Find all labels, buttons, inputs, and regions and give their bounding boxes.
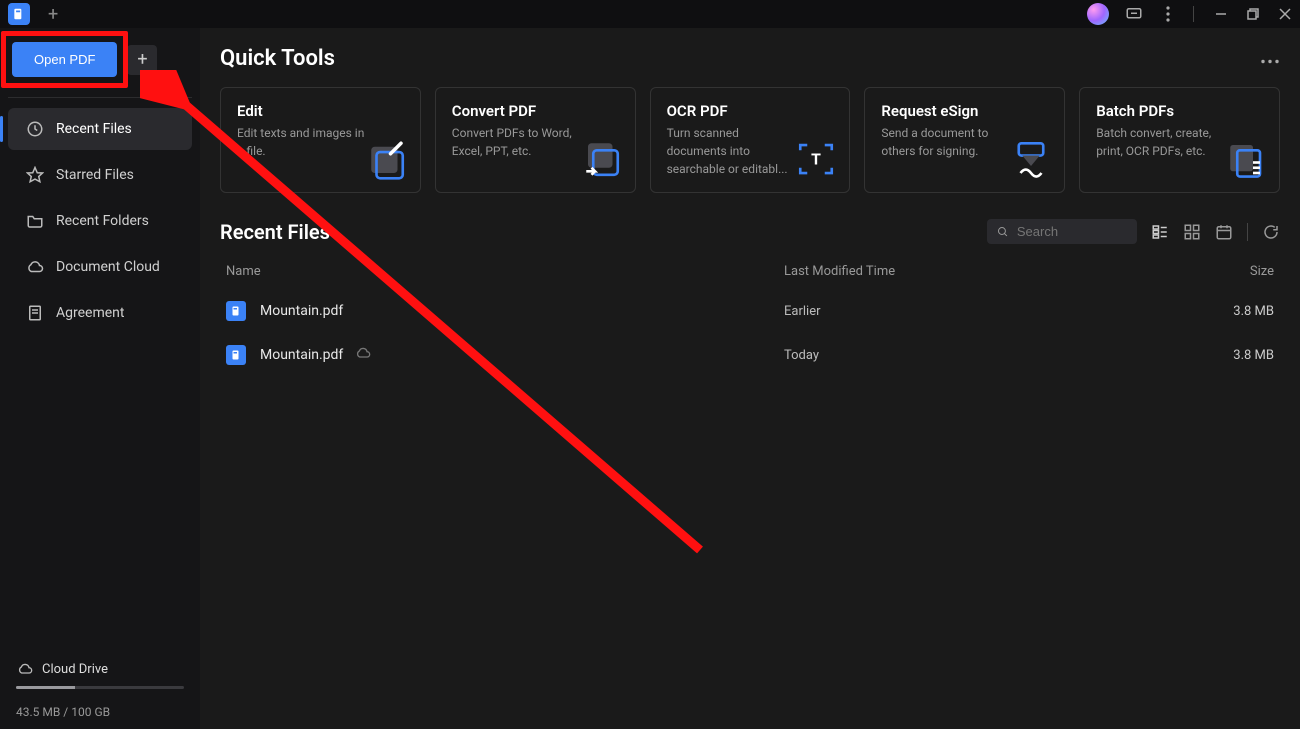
storage-bar [16,686,184,689]
titlebar: + [0,0,1300,28]
edit-icon [366,138,408,180]
sidebar-item-label: Agreement [56,305,124,321]
batch-icon [1225,138,1267,180]
cloud-drive-icon [16,660,34,678]
refresh-icon[interactable] [1262,223,1280,241]
ocr-icon: T [795,138,837,180]
column-name[interactable]: Name [226,264,784,279]
cloud-drive-section[interactable]: Cloud Drive [0,660,200,695]
view-calendar-icon[interactable] [1215,223,1233,241]
pdf-file-icon [226,345,246,365]
file-name: Mountain.pdf [260,347,343,363]
sidebar-item-starred-files[interactable]: Starred Files [8,154,192,196]
tool-desc: Send a document to others for signing. [881,124,1011,160]
file-table: Name Last Modified Time Size Mountain.pd… [220,254,1280,377]
cloud-drive-label: Cloud Drive [42,662,108,677]
quick-tools-title: Quick Tools [220,46,335,71]
view-list-icon[interactable] [1151,223,1169,241]
tool-title: Request eSign [881,102,1048,120]
tool-ocr-pdf[interactable]: OCR PDF Turn scanned documents into sear… [650,87,851,193]
clock-icon [26,120,44,138]
quick-tools-more-icon[interactable] [1260,49,1280,68]
tool-request-esign[interactable]: Request eSign Send a document to others … [864,87,1065,193]
add-button[interactable]: + [127,45,157,75]
view-grid-icon[interactable] [1183,223,1201,241]
cloud-icon [26,258,44,276]
file-name: Mountain.pdf [260,303,343,319]
sidebar-item-label: Document Cloud [56,259,160,275]
sidebar-item-agreement[interactable]: Agreement [8,292,192,334]
pdf-file-icon [226,301,246,321]
new-tab-button[interactable]: + [48,4,58,25]
search-box[interactable] [987,219,1137,244]
star-icon [26,166,44,184]
tool-title: Convert PDF [452,102,619,120]
svg-text:T: T [812,149,822,168]
file-time: Earlier [784,304,1204,319]
app-icon [8,3,30,25]
sidebar-item-label: Starred Files [56,167,134,183]
sidebar-item-recent-files[interactable]: Recent Files [8,108,192,150]
column-size[interactable]: Size [1204,264,1274,279]
main-content: Quick Tools Edit Edit texts and images i… [200,28,1300,729]
file-row[interactable]: Mountain.pdf Today 3.8 MB [220,333,1280,377]
avatar[interactable] [1087,3,1109,25]
sidebar: Open PDF + Recent Files Starred Files Re… [0,28,200,729]
file-size: 3.8 MB [1204,304,1274,319]
tool-desc: Edit texts and images in a file. [237,124,367,160]
convert-icon [581,138,623,180]
sidebar-item-label: Recent Files [56,121,132,137]
file-row[interactable]: Mountain.pdf Earlier 3.8 MB [220,289,1280,333]
tool-desc: Batch convert, create, print, OCR PDFs, … [1096,124,1226,160]
sidebar-item-label: Recent Folders [56,213,149,229]
tool-title: Batch PDFs [1096,102,1263,120]
more-vertical-icon[interactable] [1159,6,1177,22]
sidebar-item-document-cloud[interactable]: Document Cloud [8,246,192,288]
maximize-icon[interactable] [1246,8,1260,20]
file-size: 3.8 MB [1204,348,1274,363]
tool-convert-pdf[interactable]: Convert PDF Convert PDFs to Word, Excel,… [435,87,636,193]
tool-title: Edit [237,102,404,120]
minimize-icon[interactable] [1214,8,1228,20]
tool-desc: Turn scanned documents into searchable o… [667,124,797,178]
tool-desc: Convert PDFs to Word, Excel, PPT, etc. [452,124,582,160]
message-icon[interactable] [1125,5,1143,23]
search-input[interactable] [1017,224,1127,239]
search-icon [997,225,1009,239]
tool-title: OCR PDF [667,102,834,120]
recent-files-title: Recent Files [220,220,330,244]
sidebar-item-recent-folders[interactable]: Recent Folders [8,200,192,242]
esign-icon [1010,138,1052,180]
agreement-icon [26,304,44,322]
file-time: Today [784,348,1204,363]
cloud-badge-icon [355,345,371,365]
folder-icon [26,212,44,230]
storage-text: 43.5 MB / 100 GB [0,695,200,729]
tool-edit[interactable]: Edit Edit texts and images in a file. [220,87,421,193]
column-time[interactable]: Last Modified Time [784,264,1204,279]
open-pdf-button[interactable]: Open PDF [12,42,117,77]
close-icon[interactable] [1278,8,1292,20]
tool-batch-pdfs[interactable]: Batch PDFs Batch convert, create, print,… [1079,87,1280,193]
